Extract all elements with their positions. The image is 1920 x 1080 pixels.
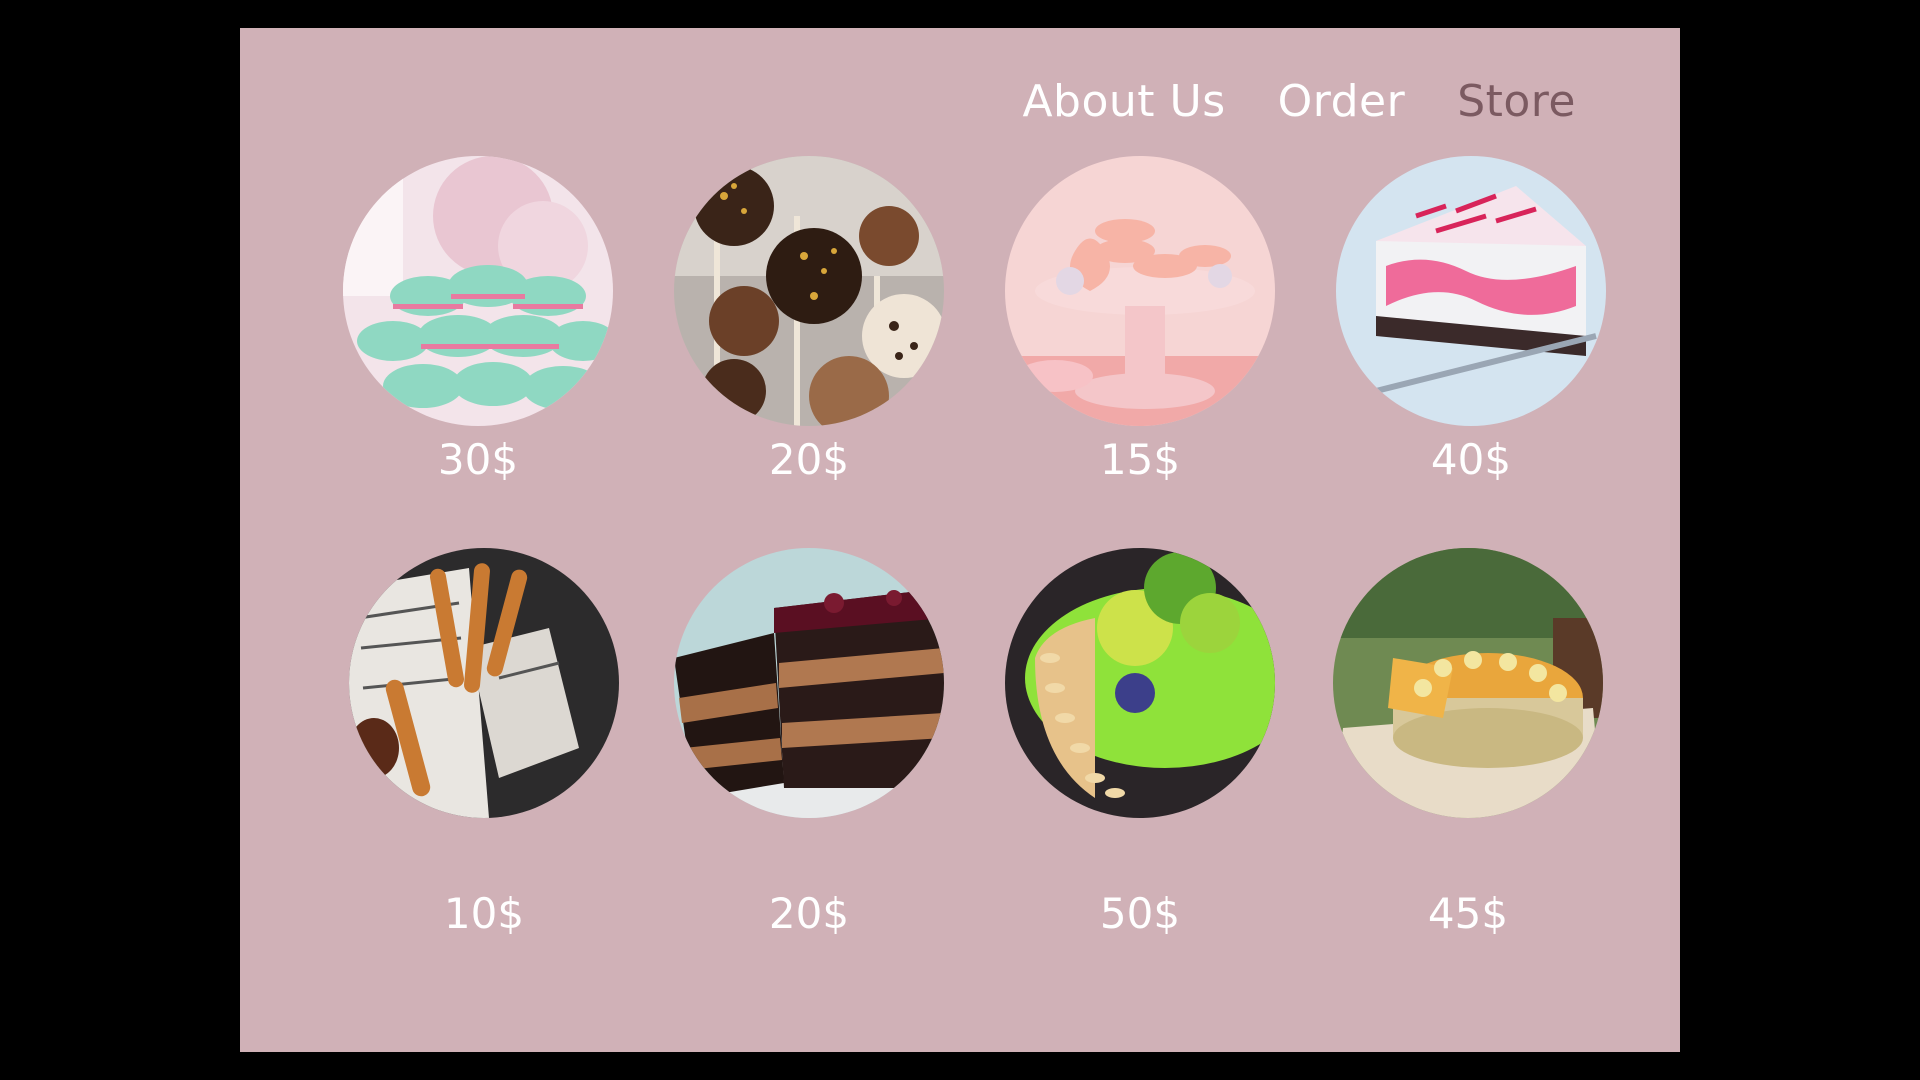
product-card-cake-pops[interactable]: 20$ — [674, 156, 944, 481]
crepe-cake-photo[interactable] — [1333, 548, 1603, 818]
product-price: 30$ — [437, 435, 519, 484]
product-price: 40$ — [1430, 435, 1512, 484]
nav-store[interactable]: Store — [1457, 80, 1576, 124]
layer-cake-photo[interactable] — [674, 548, 944, 818]
product-card-crepe-cake[interactable]: 45$ — [1333, 548, 1603, 935]
product-price: 50$ — [1099, 889, 1181, 938]
cake-pops-photo[interactable] — [674, 156, 944, 426]
product-card-churros[interactable]: 10$ — [349, 548, 619, 935]
nav-order[interactable]: Order — [1278, 80, 1406, 124]
store-panel: About Us Order Store 30$ 20$ 15$ 40$ 10$… — [240, 28, 1680, 1052]
product-card-cheesecake[interactable]: 40$ — [1336, 156, 1606, 481]
product-price: 20$ — [768, 435, 850, 484]
product-price: 20$ — [768, 889, 850, 938]
cheesecake-photo[interactable] — [1336, 156, 1606, 426]
product-card-green-cake[interactable]: 50$ — [1005, 548, 1275, 935]
top-nav: About Us Order Store — [1022, 80, 1576, 124]
product-card-macaron-stand[interactable]: 15$ — [1005, 156, 1275, 481]
churros-photo[interactable] — [349, 548, 619, 818]
macaron-stand-photo[interactable] — [1005, 156, 1275, 426]
product-price: 10$ — [443, 889, 525, 938]
nav-about-us[interactable]: About Us — [1022, 80, 1225, 124]
product-card-macarons[interactable]: 30$ — [343, 156, 613, 481]
product-card-layer-cake[interactable]: 20$ — [674, 548, 944, 935]
product-price: 45$ — [1427, 889, 1509, 938]
product-price: 15$ — [1099, 435, 1181, 484]
green-cake-photo[interactable] — [1005, 548, 1275, 818]
macarons-photo[interactable] — [343, 156, 613, 426]
